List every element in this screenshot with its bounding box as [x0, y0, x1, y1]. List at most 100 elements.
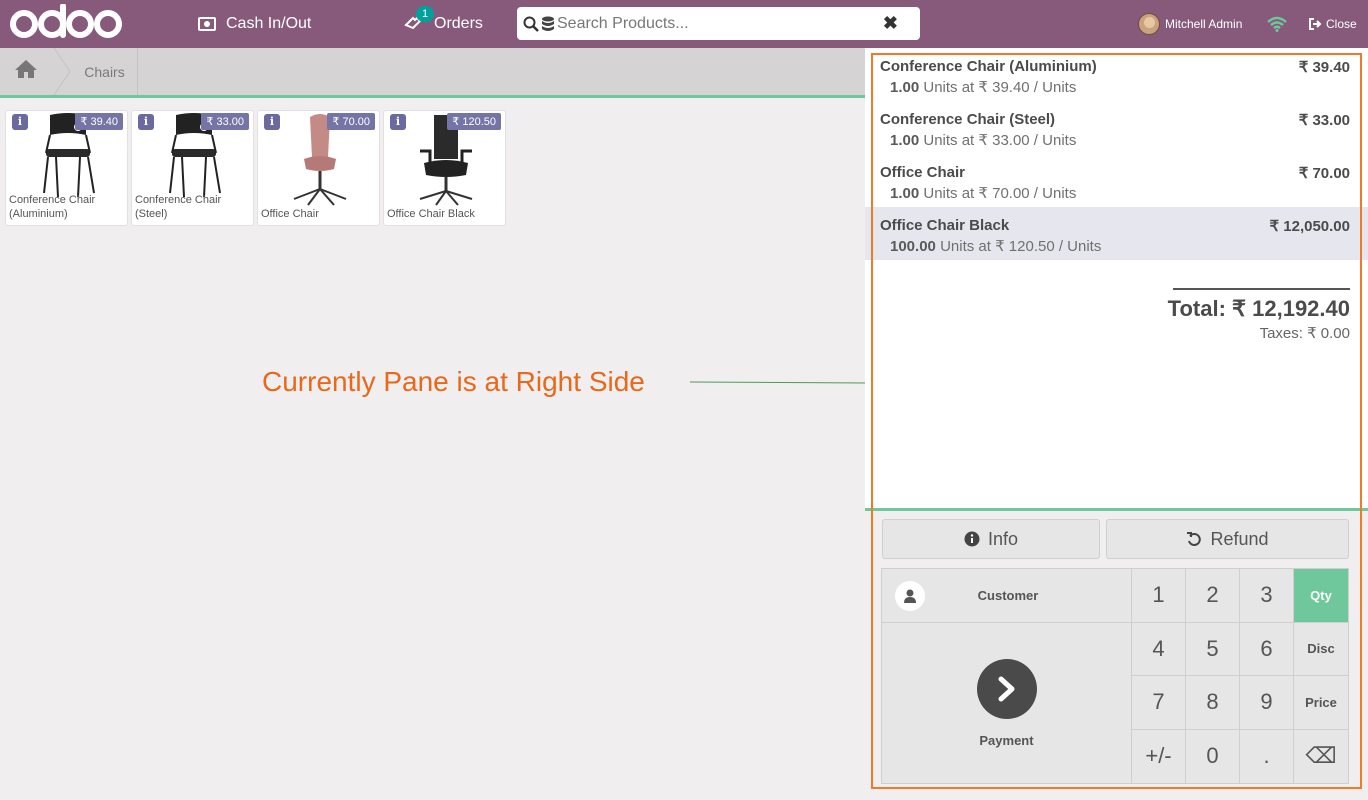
product-card[interactable]: i ₹ 33.00 Conference Chair (Steel)	[131, 110, 254, 226]
breadcrumb: Chairs	[0, 47, 865, 98]
user-name: Mitchell Admin	[1165, 17, 1243, 31]
control-panel: Info Refund Customer Payment 1 2 3 Qty 4…	[865, 511, 1368, 800]
breadcrumb-separator	[52, 47, 72, 96]
mode-disc-button[interactable]: Disc	[1294, 623, 1348, 676]
order-line[interactable]: Conference Chair (Aluminium) ₹ 39.40 1.0…	[865, 48, 1368, 101]
order-line-qty: 1.00	[890, 185, 920, 202]
numpad-key-1[interactable]: 1	[1132, 569, 1186, 623]
order-line-info: 1.00 Units at ₹ 70.00 / Units	[880, 184, 1350, 202]
user-avatar	[1138, 13, 1160, 35]
mode-qty-button[interactable]: Qty	[1294, 569, 1348, 623]
payment-label: Payment	[979, 732, 1034, 748]
top-bar: Cash In/Out 1 Orders ✖ Mitchell Admin Cl…	[0, 0, 1368, 48]
annotation-arrow	[689, 376, 874, 395]
backspace-icon[interactable]: ⌫	[1294, 730, 1348, 784]
clear-search-icon[interactable]: ✖	[883, 14, 898, 32]
product-card[interactable]: i ₹ 120.50 Office Chair Black	[383, 110, 506, 226]
product-card[interactable]: i ₹ 70.00 Office Chair	[257, 110, 380, 226]
order-line-price: ₹ 39.40	[1298, 59, 1350, 76]
order-line-detail: Units at ₹ 70.00 / Units	[923, 185, 1077, 202]
odoo-logo	[10, 4, 122, 44]
breadcrumb-item-chairs[interactable]: Chairs	[72, 48, 138, 95]
product-price: ₹ 33.00	[201, 113, 249, 130]
product-name: Office Chair	[261, 208, 319, 220]
undo-icon	[1186, 531, 1202, 547]
order-taxes: Taxes: ₹ 0.00	[1259, 325, 1350, 342]
order-line-selected[interactable]: Office Chair Black ₹ 12,050.00 100.00 Un…	[865, 207, 1368, 260]
product-info-icon[interactable]: i	[264, 114, 280, 130]
refund-label: Refund	[1210, 528, 1269, 549]
product-price: ₹ 70.00	[327, 113, 375, 130]
mode-price-button[interactable]: Price	[1294, 676, 1348, 730]
numpad: 1 2 3 Qty 4 5 6 Disc 7 8 9 Price +/- 0 .…	[1132, 569, 1348, 783]
info-icon	[964, 531, 980, 547]
order-line-name: Conference Chair (Aluminium)	[880, 58, 1097, 75]
numpad-key-4[interactable]: 4	[1132, 622, 1186, 676]
numpad-area: Customer Payment 1 2 3 Qty 4 5 6 Disc 7 …	[881, 568, 1349, 784]
numpad-key-2[interactable]: 2	[1186, 569, 1240, 623]
order-line-qty: 1.00	[890, 132, 920, 149]
cash-in-out-button[interactable]: Cash In/Out	[198, 0, 311, 48]
user-menu[interactable]: Mitchell Admin	[1138, 0, 1242, 48]
wifi-icon	[1267, 0, 1287, 48]
numpad-key-9[interactable]: 9	[1240, 676, 1294, 730]
database-icon	[541, 16, 555, 32]
numpad-key-6[interactable]: 6	[1240, 622, 1294, 676]
payment-button[interactable]: Payment	[882, 623, 1132, 783]
chevron-right-icon	[976, 658, 1037, 719]
product-price: ₹ 39.40	[75, 113, 123, 130]
order-line-qty: 100.00	[890, 238, 936, 255]
home-icon	[14, 59, 38, 84]
order-line-price: ₹ 70.00	[1298, 165, 1350, 182]
product-card[interactable]: i ₹ 39.40 Conference Chair (Aluminium)	[5, 110, 128, 226]
orders-button[interactable]: 1 Orders	[404, 0, 483, 48]
customer-button[interactable]: Customer	[882, 569, 1132, 623]
info-label: Info	[987, 528, 1019, 549]
sign-out-icon	[1308, 17, 1322, 31]
cash-in-out-label: Cash In/Out	[226, 15, 312, 32]
order-total: Total: ₹ 12,192.40	[1167, 296, 1350, 321]
product-info-icon[interactable]: i	[390, 114, 406, 130]
product-info-icon[interactable]: i	[138, 114, 154, 130]
order-line-info: 100.00 Units at ₹ 120.50 / Units	[880, 237, 1350, 255]
order-line-qty: 1.00	[890, 79, 920, 96]
numpad-key-3[interactable]: 3	[1240, 569, 1294, 623]
numpad-key-dot[interactable]: .	[1240, 729, 1294, 783]
order-lines: Conference Chair (Aluminium) ₹ 39.40 1.0…	[865, 48, 1368, 508]
refund-button[interactable]: Refund	[1106, 519, 1349, 559]
order-line-price: ₹ 12,050.00	[1269, 218, 1350, 235]
user-icon	[895, 580, 925, 611]
numpad-key-7[interactable]: 7	[1132, 676, 1186, 730]
product-grid: i ₹ 39.40 Conference Chair (Aluminium) i…	[5, 110, 509, 226]
totals-divider	[1173, 288, 1350, 290]
numpad-key-0[interactable]: 0	[1186, 729, 1240, 783]
order-totals: Total: ₹ 12,192.40 Taxes: ₹ 0.00	[1168, 288, 1350, 342]
search-icon	[523, 16, 539, 32]
order-line-info: 1.00 Units at ₹ 33.00 / Units	[880, 131, 1350, 149]
home-button[interactable]	[0, 48, 52, 95]
product-price: ₹ 120.50	[447, 113, 501, 130]
search-input[interactable]	[557, 14, 877, 33]
order-line-price: ₹ 33.00	[1298, 112, 1350, 129]
customer-label: Customer	[977, 588, 1039, 603]
close-label: Close	[1326, 17, 1357, 31]
numpad-key-plus-minus[interactable]: +/-	[1132, 729, 1186, 783]
annotation-text: Currently Pane is at Right Side	[262, 366, 645, 397]
order-line-info: 1.00 Units at ₹ 39.40 / Units	[880, 78, 1350, 96]
product-name: Conference Chair (Aluminium)	[9, 194, 96, 220]
money-icon	[198, 17, 216, 31]
product-name: Conference Chair (Steel)	[135, 194, 222, 220]
close-button[interactable]: Close	[1308, 0, 1357, 48]
info-button[interactable]: Info	[882, 519, 1100, 559]
ticket-icon: 1	[404, 6, 434, 32]
orders-label: Orders	[434, 15, 483, 32]
numpad-key-8[interactable]: 8	[1186, 676, 1240, 730]
product-info-icon[interactable]: i	[12, 114, 28, 130]
product-name: Office Chair Black	[387, 208, 475, 220]
numpad-key-5[interactable]: 5	[1186, 622, 1240, 676]
search-bar: ✖	[517, 7, 920, 40]
order-line[interactable]: Office Chair ₹ 70.00 1.00 Units at ₹ 70.…	[865, 154, 1368, 207]
order-line-name: Conference Chair (Steel)	[880, 111, 1056, 128]
order-pane: Conference Chair (Aluminium) ₹ 39.40 1.0…	[865, 48, 1368, 800]
order-line[interactable]: Conference Chair (Steel) ₹ 33.00 1.00 Un…	[865, 101, 1368, 154]
